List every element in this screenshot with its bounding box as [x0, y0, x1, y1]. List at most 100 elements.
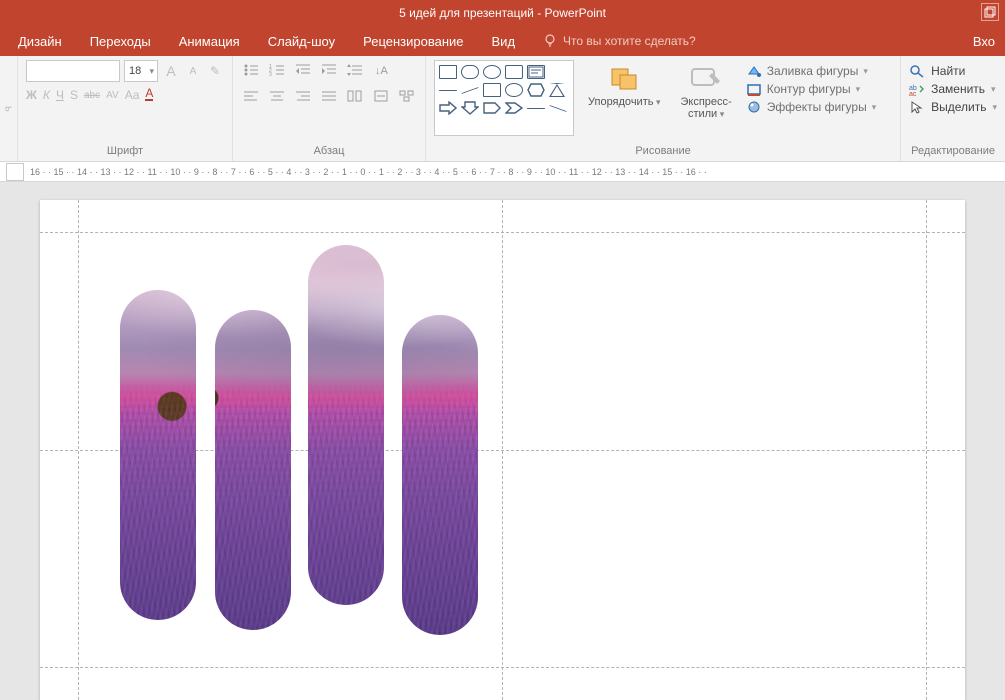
arrange-label: Упорядочить	[588, 96, 661, 108]
replace-label: Заменить	[931, 82, 985, 96]
clear-format-button[interactable]: ✎	[206, 62, 224, 80]
tab-animation[interactable]: Анимация	[165, 28, 254, 55]
tab-transitions[interactable]: Переходы	[76, 28, 165, 55]
group-drawing-label: Рисование	[434, 143, 892, 161]
shape-triangle-icon[interactable]	[549, 83, 565, 97]
picture-shape-2[interactable]	[215, 310, 291, 630]
align-text-vertical-button[interactable]	[371, 86, 391, 106]
picture-shape-1[interactable]	[120, 290, 196, 620]
bulb-icon	[543, 33, 557, 50]
shape-snip-icon[interactable]	[505, 65, 523, 79]
tab-slideshow[interactable]: Слайд-шоу	[254, 28, 349, 55]
numbering-button[interactable]: 123	[267, 60, 287, 80]
text-direction-button[interactable]: ↓A	[371, 60, 391, 80]
tab-view[interactable]: Вид	[478, 28, 530, 55]
shape-line-icon[interactable]	[439, 90, 457, 91]
find-label: Найти	[931, 64, 965, 78]
ribbon-cut-left: ь	[0, 56, 18, 161]
replace-icon: abac	[909, 82, 925, 96]
shape-circle-icon[interactable]	[505, 83, 523, 97]
dec-indent-button[interactable]	[293, 60, 313, 80]
smartart-button[interactable]	[397, 86, 417, 106]
shape-effects-label: Эффекты фигуры	[767, 100, 867, 114]
document-title: 5 идей для презентаций - PowerPoint	[399, 6, 606, 20]
align-left-button[interactable]	[241, 86, 261, 106]
title-bar: 5 идей для презентаций - PowerPoint	[0, 0, 1005, 26]
align-center-button[interactable]	[267, 86, 287, 106]
group-drawing: Упорядочить Экспресс- стили Заливка фигу…	[426, 56, 901, 161]
shape-effects-button[interactable]: Эффекты фигуры	[746, 100, 877, 114]
strike-button[interactable]: S	[70, 88, 78, 102]
select-label: Выделить	[931, 100, 986, 114]
guide-horizontal-top[interactable]	[40, 232, 965, 233]
group-font-label: Шрифт	[26, 143, 224, 161]
font-color-button[interactable]: A	[145, 89, 153, 101]
find-button[interactable]: Найти	[909, 64, 997, 78]
account-signin[interactable]: Вхо	[959, 28, 1001, 55]
tell-me-search[interactable]: Что вы хотите сделать?	[529, 33, 696, 50]
shape-outline-button[interactable]: Контур фигуры	[746, 82, 877, 96]
shapes-gallery[interactable]	[434, 60, 574, 136]
picture-shape-4[interactable]	[402, 315, 478, 635]
cursor-icon	[909, 100, 925, 114]
line-spacing-button[interactable]	[345, 60, 365, 80]
shape-pentagon-icon[interactable]	[483, 101, 501, 115]
shape-connector-icon[interactable]	[527, 108, 545, 109]
italic-button[interactable]: К	[43, 88, 50, 102]
group-font: 18 A A ✎ Ж К Ч S abc AV Aa A Шрифт	[18, 56, 233, 161]
arrange-button[interactable]: Упорядочить	[582, 60, 667, 110]
justify-button[interactable]	[319, 86, 339, 106]
bold-button[interactable]: Ж	[26, 88, 37, 102]
tab-design[interactable]: Дизайн	[4, 28, 76, 55]
replace-button[interactable]: abac Заменить	[909, 82, 997, 96]
char-spacing-button[interactable]: AV	[106, 90, 119, 101]
shape-chevron-icon[interactable]	[505, 101, 523, 115]
tell-me-label: Что вы хотите сделать?	[563, 34, 696, 48]
shape-elbow-icon[interactable]	[549, 105, 566, 112]
font-size-value: 18	[129, 65, 141, 77]
shrink-font-button[interactable]: A	[184, 62, 202, 80]
ribbon: ь 18 A A ✎ Ж К Ч S abc AV Aa A Шрифт	[0, 56, 1005, 162]
guide-horizontal-bottom[interactable]	[40, 667, 965, 668]
tab-review[interactable]: Рецензирование	[349, 28, 477, 55]
svg-text:ac: ac	[909, 91, 917, 96]
window-restore-icon[interactable]	[981, 3, 999, 21]
bullets-button[interactable]	[241, 60, 261, 80]
align-right-button[interactable]	[293, 86, 313, 106]
group-editing: Найти abac Заменить Выделить Редактирова…	[901, 56, 1005, 161]
group-paragraph-label: Абзац	[241, 143, 417, 161]
quick-styles-button[interactable]: Экспресс- стили	[675, 60, 738, 122]
shape-textbox-icon[interactable]	[527, 65, 545, 79]
shape-diag-line-icon[interactable]	[461, 87, 478, 94]
svg-text:3: 3	[269, 72, 272, 77]
horizontal-ruler[interactable]: 16 · · 15 · · 14 · · 13 · · 12 · · 11 · …	[0, 162, 1005, 182]
slide-canvas[interactable]	[40, 200, 965, 700]
picture-shape-3[interactable]	[308, 245, 384, 605]
quick-styles-label: Экспресс- стили	[681, 96, 732, 120]
svg-text:↓A: ↓A	[375, 65, 389, 77]
underline-button[interactable]: Ч	[56, 88, 64, 102]
shape-hex-icon[interactable]	[527, 83, 545, 97]
group-paragraph: 123 ↓A Абзац	[233, 56, 426, 161]
shape-square-icon[interactable]	[483, 83, 501, 97]
grow-font-button[interactable]: A	[162, 62, 180, 80]
shape-fill-button[interactable]: Заливка фигуры	[746, 64, 877, 78]
shadow-button[interactable]: abc	[84, 90, 100, 101]
select-button[interactable]: Выделить	[909, 100, 997, 114]
columns-button[interactable]	[345, 86, 365, 106]
ribbon-tabs: Дизайн Переходы Анимация Слайд-шоу Рецен…	[0, 26, 1005, 56]
shape-darrow-icon[interactable]	[461, 101, 479, 115]
change-case-button[interactable]: Aa	[125, 88, 140, 102]
ruler-ticks: 16 · · 15 · · 14 · · 13 · · 12 · · 11 · …	[30, 167, 707, 177]
shape-roundrect-icon[interactable]	[461, 65, 479, 79]
font-size-combo[interactable]: 18	[124, 60, 158, 82]
shape-rarrow-icon[interactable]	[439, 101, 457, 115]
shape-rect-icon[interactable]	[439, 65, 457, 79]
quick-styles-icon	[689, 62, 723, 94]
font-name-combo[interactable]	[26, 60, 120, 82]
shape-ellipse-icon[interactable]	[483, 65, 501, 79]
group-editing-label: Редактирование	[909, 143, 997, 161]
slide-workspace[interactable]	[0, 182, 1005, 700]
inc-indent-button[interactable]	[319, 60, 339, 80]
ruler-corner-icon	[6, 163, 24, 181]
